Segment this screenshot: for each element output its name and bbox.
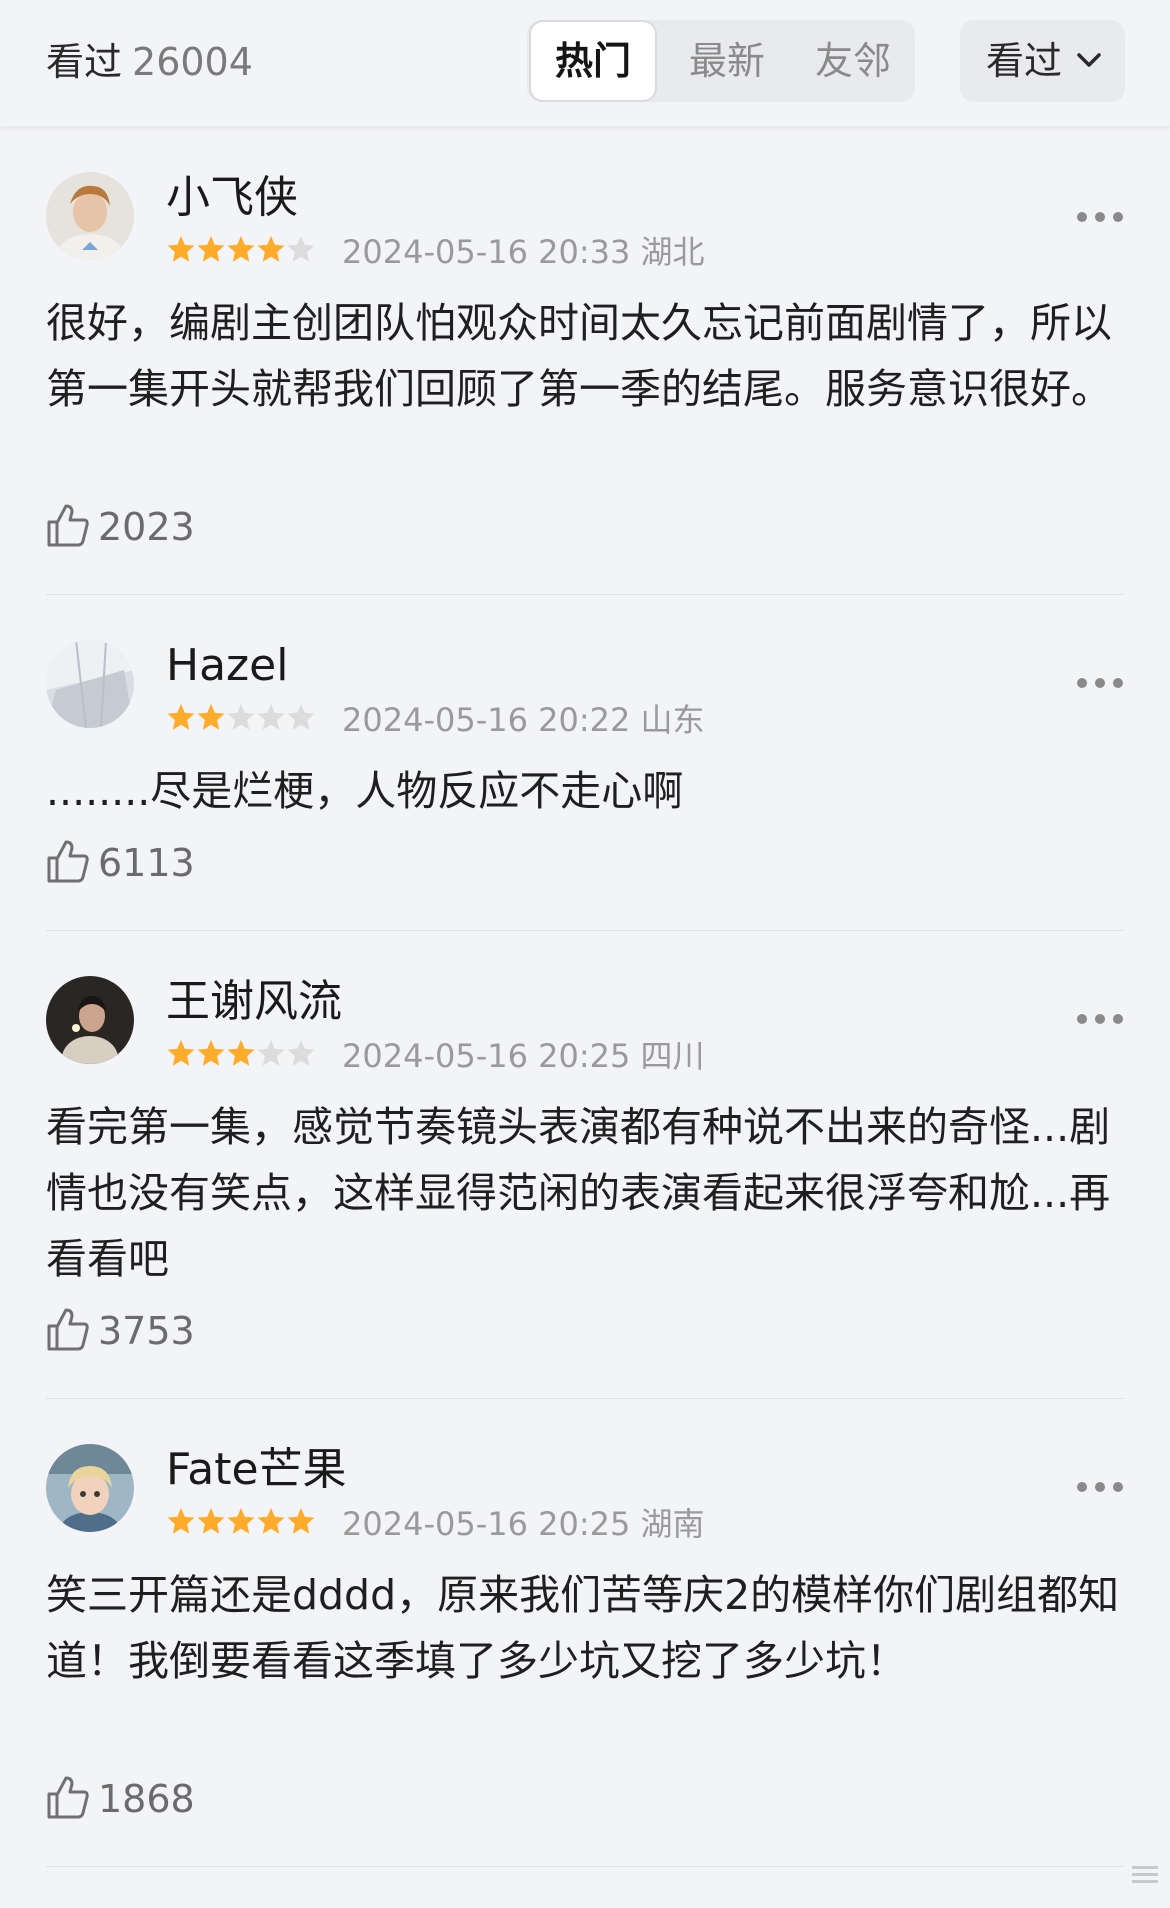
username[interactable]: Hazel	[166, 638, 288, 694]
star-icon	[287, 1507, 315, 1534]
avatar[interactable]	[46, 172, 134, 260]
tab-latest[interactable]: 最新	[667, 20, 787, 102]
divider	[46, 1398, 1124, 1399]
star-icon	[257, 1039, 285, 1066]
star-icon	[227, 235, 255, 262]
star-icon	[167, 235, 195, 262]
username[interactable]: 王谢风流	[166, 974, 342, 1030]
divider	[46, 1866, 1124, 1867]
like-count: 3753	[98, 1309, 195, 1353]
tab-friends[interactable]: 友邻	[795, 20, 911, 102]
review-content: 笑三开篇还是dddd，原来我们苦等庆2的模样你们剧组都知道！我倒要看看这季填了多…	[46, 1571, 1120, 1685]
sort-tabs: 热门 最新 友邻	[527, 20, 915, 102]
review-date: 2024-05-16 20:25	[342, 1505, 631, 1543]
thumbs-up-icon	[47, 840, 89, 883]
divider	[46, 594, 1124, 595]
star-icon	[257, 235, 285, 262]
tab-hot[interactable]: 热门	[529, 20, 657, 102]
like-count: 2023	[98, 505, 195, 549]
rating-stars	[166, 234, 316, 268]
header: 看过 26004 热门 最新 友邻 看过	[0, 0, 1170, 126]
star-icon	[227, 703, 255, 730]
review-date: 2024-05-16 20:33	[342, 233, 631, 271]
review-date: 2024-05-16 20:25	[342, 1037, 631, 1075]
more-dots-icon[interactable]	[1076, 210, 1124, 224]
star-icon	[257, 703, 285, 730]
review-meta: 2024-05-16 20:33 湖北	[342, 232, 705, 272]
more-dots-icon[interactable]	[1076, 1480, 1124, 1494]
review-content: ........尽是烂梗，人物反应不走心啊	[46, 767, 684, 815]
star-icon	[167, 703, 195, 730]
star-icon	[197, 235, 225, 262]
username[interactable]: Fate芒果	[166, 1442, 347, 1498]
rating-stars	[166, 1506, 316, 1540]
filter-label: 看过	[986, 39, 1063, 83]
star-icon	[197, 1507, 225, 1534]
review-location: 四川	[640, 1037, 705, 1075]
review-location: 湖南	[640, 1505, 705, 1543]
review-meta: 2024-05-16 20:25 四川	[342, 1036, 705, 1076]
review-location: 湖北	[640, 233, 705, 271]
rating-stars	[166, 1038, 316, 1072]
review-location: 山东	[640, 701, 705, 739]
like-count: 6113	[98, 841, 195, 885]
star-icon	[227, 1507, 255, 1534]
star-icon	[287, 1039, 315, 1066]
chevron-down-icon	[1077, 53, 1101, 67]
star-icon	[287, 703, 315, 730]
thumbs-up-icon	[47, 504, 89, 547]
more-dots-icon[interactable]	[1076, 676, 1124, 690]
page-title-label: 看过	[46, 40, 123, 84]
list-icon	[1132, 1866, 1158, 1883]
avatar[interactable]	[46, 640, 134, 728]
thumbs-up-icon	[47, 1776, 89, 1819]
star-icon	[167, 1039, 195, 1066]
review-meta: 2024-05-16 20:25 湖南	[342, 1504, 705, 1544]
star-icon	[197, 1039, 225, 1066]
review-content: 看完第一集，感觉节奏镜头表演都有种说不出来的奇怪...剧情也没有笑点，这样显得范…	[46, 1103, 1111, 1283]
status-filter-dropdown[interactable]: 看过	[960, 20, 1125, 102]
like-count: 1868	[98, 1777, 195, 1821]
star-icon	[257, 1507, 285, 1534]
more-dots-icon[interactable]	[1076, 1012, 1124, 1026]
thumbs-up-icon	[47, 1308, 89, 1351]
star-icon	[287, 235, 315, 262]
star-icon	[197, 703, 225, 730]
watched-count: 26004	[132, 40, 253, 84]
review-meta: 2024-05-16 20:22 山东	[342, 700, 705, 740]
review-content: 很好，编剧主创团队怕观众时间太久忘记前面剧情了，所以第一集开头就帮我们回顾了第一…	[46, 299, 1112, 413]
star-icon	[227, 1039, 255, 1066]
avatar[interactable]	[46, 976, 134, 1064]
review-date: 2024-05-16 20:22	[342, 701, 631, 739]
page-title: 看过 26004	[46, 36, 253, 88]
avatar[interactable]	[46, 1444, 134, 1532]
divider	[46, 930, 1124, 931]
star-icon	[167, 1507, 195, 1534]
username[interactable]: 小飞侠	[166, 170, 298, 226]
rating-stars	[166, 702, 316, 736]
